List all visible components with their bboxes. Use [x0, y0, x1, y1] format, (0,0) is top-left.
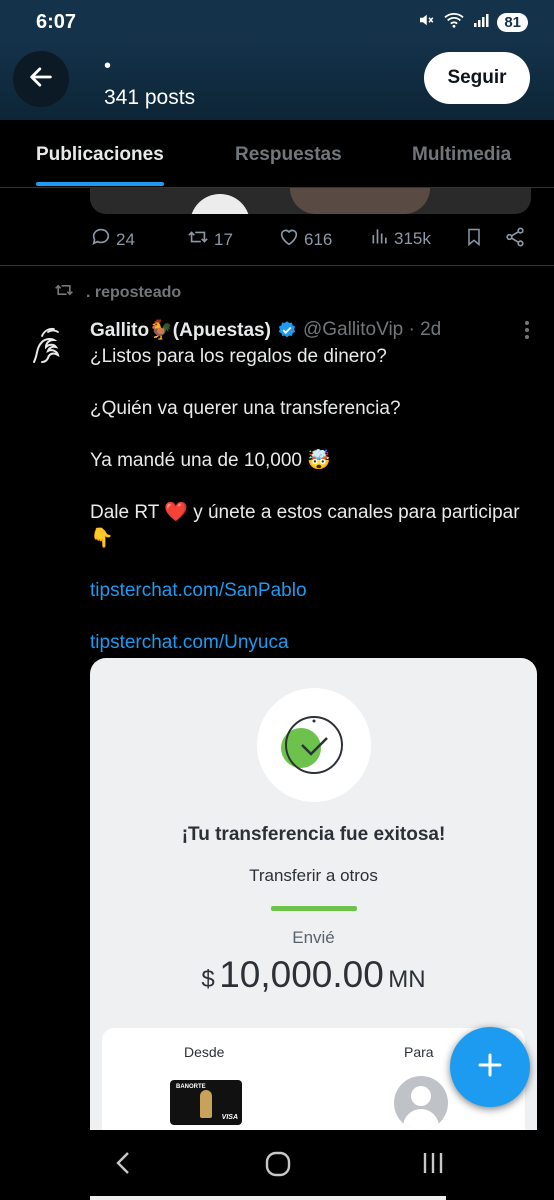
tweet-text: ¿Listos para los regalos de dinero? ¿Qui… — [90, 344, 530, 656]
posts-count: 341 posts — [104, 86, 196, 109]
recipient-avatar-icon — [394, 1076, 448, 1130]
repost-button[interactable]: 17 — [186, 226, 233, 253]
repost-count: 17 — [214, 229, 233, 249]
previous-tweet-media[interactable] — [90, 188, 531, 214]
status-icons: 81 — [417, 11, 528, 34]
tab-publicaciones[interactable]: Publicaciones — [36, 144, 164, 166]
tweet-handle-time[interactable]: @GallitoVip · 2d — [303, 319, 441, 341]
tweet-line: ¿Quién va querer una transferencia? — [90, 398, 401, 419]
transfer-subtitle: Transferir a otros — [249, 866, 378, 885]
bank-card-image: BANORTE VISA — [170, 1080, 242, 1125]
tweet-divider — [0, 265, 554, 266]
transfer-progress-bar — [271, 906, 357, 911]
repost-label: . reposteado — [86, 283, 182, 301]
signal-icon — [473, 12, 489, 33]
tweet-author-name[interactable]: Gallito🐓(Apuestas) — [90, 318, 271, 342]
profile-name: • — [104, 55, 112, 77]
like-button[interactable]: 616 — [278, 226, 332, 253]
tweet-action-bar: 24 17 616 315k — [0, 222, 554, 258]
share-button[interactable] — [504, 226, 526, 253]
repost-icon — [186, 226, 210, 253]
bookmark-button[interactable] — [464, 226, 484, 253]
nav-home-icon — [264, 1150, 292, 1183]
follow-button[interactable]: Seguir — [424, 52, 530, 104]
more-options-icon[interactable] — [524, 320, 530, 345]
share-icon — [504, 226, 526, 253]
status-time: 6:07 — [36, 11, 77, 33]
profile-header: • 341 posts Seguir — [0, 40, 554, 120]
tweet-link[interactable]: tipsterchat.com/SanPablo — [90, 580, 307, 601]
battery-badge: 81 — [497, 13, 528, 32]
wifi-icon — [443, 11, 465, 34]
verified-badge-icon — [277, 320, 297, 340]
tweet-line: ¿Listos para los regalos de dinero? — [90, 346, 387, 367]
trophy-icon — [200, 1090, 212, 1118]
nav-recents-icon — [420, 1150, 446, 1181]
transfer-title: ¡Tu transferencia fue exitosa! — [181, 824, 446, 845]
tweet-line: Ya mandé una de 10,000 🤯 — [90, 450, 331, 471]
bookmark-icon — [464, 226, 484, 253]
like-count: 616 — [304, 229, 333, 249]
nav-back-button[interactable] — [112, 1150, 136, 1181]
profile-tabs: Publicaciones Respuestas Multimedia — [0, 120, 554, 188]
success-check-icon — [257, 688, 371, 802]
status-bar: 6:07 81 — [0, 0, 554, 40]
nav-home-button[interactable] — [264, 1150, 292, 1183]
repost-small-icon — [52, 280, 76, 305]
system-nav-bar — [0, 1130, 554, 1200]
mute-icon — [417, 11, 435, 34]
to-label: Para — [404, 1044, 434, 1060]
sent-label: Envié — [292, 928, 335, 947]
plus-icon — [475, 1050, 505, 1085]
nav-recents-button[interactable] — [420, 1150, 446, 1181]
tab-multimedia[interactable]: Multimedia — [412, 144, 511, 166]
back-button[interactable] — [13, 51, 69, 107]
reply-icon — [90, 226, 112, 253]
reply-button[interactable]: 24 — [90, 226, 135, 253]
tab-respuestas[interactable]: Respuestas — [235, 144, 342, 166]
transfer-amount: $ 10,000.00 MN — [201, 954, 426, 995]
image-bottom-edge — [90, 1196, 446, 1200]
avatar[interactable] — [20, 318, 72, 370]
tweet-header: Gallito🐓(Apuestas) @GallitoVip · 2d — [90, 318, 441, 342]
tweet-line: Dale RT ❤️ y únete a estos canales para … — [90, 502, 520, 549]
heart-icon — [278, 226, 300, 253]
views-icon — [370, 226, 390, 251]
tweet-link[interactable]: tipsterchat.com/Unyuca — [90, 632, 289, 653]
from-label: Desde — [184, 1044, 225, 1060]
repost-indicator[interactable]: . reposteado — [52, 280, 181, 305]
compose-button[interactable] — [450, 1027, 530, 1107]
reply-count: 24 — [116, 229, 135, 249]
views-button[interactable]: 315k — [370, 226, 431, 251]
nav-back-icon — [112, 1150, 136, 1181]
tab-indicator — [36, 182, 164, 186]
back-arrow-icon — [27, 63, 55, 96]
views-count: 315k — [394, 228, 431, 248]
